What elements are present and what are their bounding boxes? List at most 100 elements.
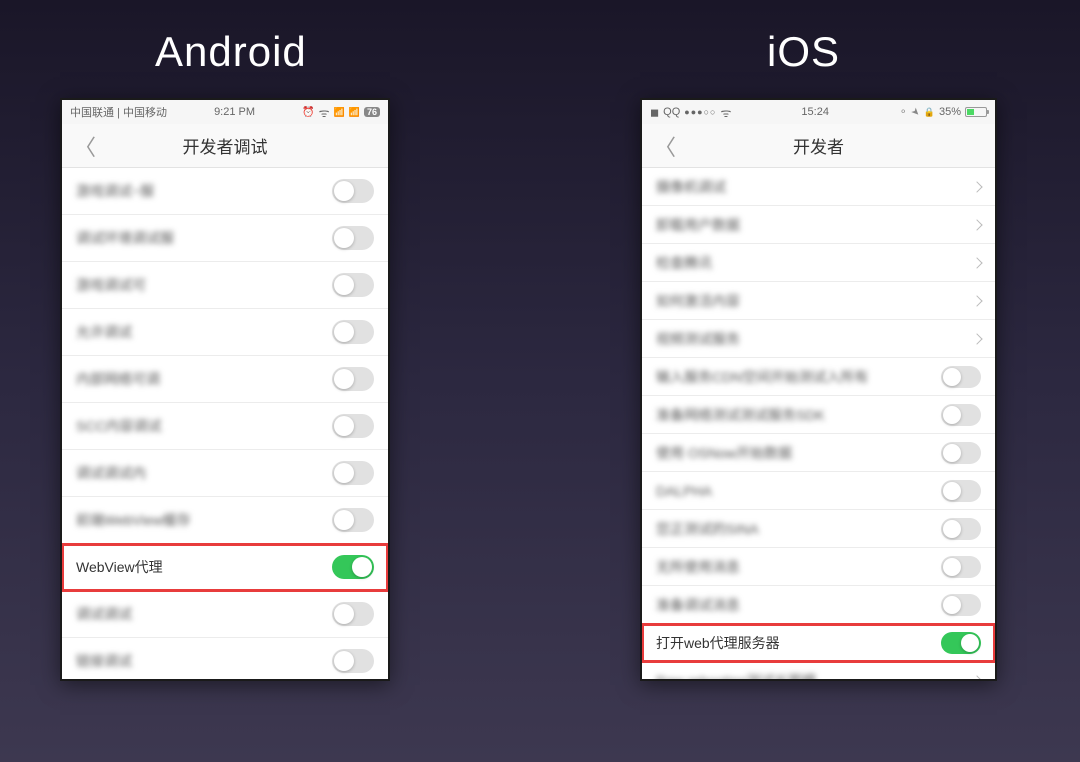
toggle-switch[interactable] (941, 594, 981, 616)
signal-dots: ●●●○○ (684, 107, 716, 117)
row-label: 链接调试 (76, 651, 132, 671)
settings-row[interactable]: 输入服务CDN空间开始测试入所有 (642, 358, 995, 396)
toggle-switch[interactable] (332, 226, 374, 250)
row-label: Raw rebooting测试长图模 (656, 671, 816, 680)
settings-row[interactable]: 打开web代理服务器 (642, 624, 995, 662)
settings-row[interactable]: 卸载用户数据 (642, 206, 995, 244)
chevron-right-icon (971, 257, 982, 268)
row-label: 允许调试 (76, 322, 132, 342)
chevron-right-icon (971, 295, 982, 306)
settings-row[interactable]: DALPHA (642, 472, 995, 510)
toggle-switch[interactable] (941, 366, 981, 388)
toggle-switch[interactable] (332, 179, 374, 203)
settings-row[interactable]: Raw rebooting测试长图模 (642, 662, 995, 679)
alarm-icon (302, 106, 314, 118)
settings-row[interactable]: 调试调试 (62, 591, 388, 638)
row-label: 卸载用户数据 (656, 215, 740, 235)
carrier-text: 中国联通 | 中国移动 (70, 104, 167, 120)
battery-percent: 35% (939, 106, 961, 118)
location-icon (911, 107, 919, 118)
settings-row[interactable]: 游戏调试~服 (62, 168, 388, 215)
chevron-right-icon (971, 333, 982, 344)
app-name: QQ (663, 106, 680, 118)
toggle-switch[interactable] (332, 508, 374, 532)
row-label: 检查腾讯 (656, 253, 712, 273)
toggle-switch[interactable] (332, 602, 374, 626)
nav-title: 开发者调试 (183, 133, 268, 158)
settings-row[interactable]: 调试调试内 (62, 450, 388, 497)
row-label: DALPHA (656, 483, 712, 499)
chevron-right-icon (971, 219, 982, 230)
row-label: 使用 OSNow开始数据 (656, 443, 792, 463)
label-android: Android (155, 28, 307, 76)
android-nav-bar: 〈 开发者调试 (62, 124, 388, 168)
row-label: 前端WebView缓存 (76, 510, 191, 530)
chevron-right-icon (971, 675, 982, 679)
ios-nav-bar: 〈 开发者 (642, 124, 995, 168)
ios-phone-frame: ◼ QQ ●●●○○ 15:24 ⚬ 35% 〈 开发者 摄像机调试卸载用户数据… (640, 98, 997, 681)
row-label: 输入服务CDN空间开始测试入所有 (656, 367, 868, 387)
row-label: 调试环境调试服 (76, 228, 174, 248)
toggle-switch[interactable] (941, 556, 981, 578)
settings-row[interactable]: SCC内容调试 (62, 403, 388, 450)
settings-row[interactable]: 视频测试服务 (642, 320, 995, 358)
toggle-switch[interactable] (332, 320, 374, 344)
row-label: 准备网络测试测试服务SDK (656, 405, 825, 425)
toggle-switch[interactable] (941, 480, 981, 502)
settings-row[interactable]: 检查腾讯 (642, 244, 995, 282)
battery-icon (965, 107, 987, 117)
row-label: 准备调试消息 (656, 595, 740, 615)
settings-row[interactable]: 摄像机调试 (642, 168, 995, 206)
row-label: 调试调试内 (76, 463, 146, 483)
row-label: 调试调试 (76, 604, 132, 624)
settings-row[interactable]: 您正测试的SINA (642, 510, 995, 548)
lock-icon (924, 107, 935, 118)
settings-row[interactable]: 允许调试 (62, 309, 388, 356)
toggle-switch[interactable] (332, 414, 374, 438)
ios-settings-list: 摄像机调试卸载用户数据检查腾讯如何激活内容视频测试服务输入服务CDN空间开始测试… (642, 168, 995, 679)
row-label: 内部网络可调 (76, 369, 160, 389)
android-settings-list: 游戏调试~服调试环境调试服游戏调试可允许调试内部网络可调 SCC内容调试调试调试内… (62, 168, 388, 679)
status-time: 15:24 (801, 106, 829, 118)
ios-status-bar: ◼ QQ ●●●○○ 15:24 ⚬ 35% (642, 100, 995, 124)
settings-row[interactable]: 准备调试消息 (642, 586, 995, 624)
back-icon[interactable]: 〈 (74, 130, 96, 162)
row-label: 打开web代理服务器 (656, 633, 780, 653)
row-label: 游戏调试可 (76, 275, 146, 295)
row-label: 如何激活内容 (656, 291, 740, 311)
toggle-switch[interactable] (941, 442, 981, 464)
battery-level: 76 (364, 107, 380, 117)
row-label: 您正测试的SINA (656, 519, 759, 539)
settings-row[interactable]: 前端WebView缓存 (62, 497, 388, 544)
toggle-switch[interactable] (941, 632, 981, 654)
row-label: WebView代理 (76, 557, 163, 577)
status-time: 9:21 PM (214, 106, 255, 118)
toggle-switch[interactable] (941, 404, 981, 426)
row-label: 摄像机调试 (656, 177, 726, 197)
row-label: 无所使用消息 (656, 557, 740, 577)
toggle-switch[interactable] (941, 518, 981, 540)
toggle-switch[interactable] (332, 555, 374, 579)
app-indicator: ◼ (650, 106, 659, 119)
toggle-switch[interactable] (332, 649, 374, 673)
wifi-icon (319, 104, 330, 121)
settings-row[interactable]: 链接调试 (62, 638, 388, 679)
toggle-switch[interactable] (332, 367, 374, 391)
row-label: 游戏调试~服 (76, 181, 154, 201)
back-icon[interactable]: 〈 (654, 130, 676, 162)
settings-row[interactable]: 内部网络可调 (62, 356, 388, 403)
signal-icon-2 (349, 106, 360, 118)
toggle-switch[interactable] (332, 461, 374, 485)
row-label: SCC内容调试 (76, 416, 162, 436)
label-ios: iOS (767, 28, 840, 76)
chevron-right-icon (971, 181, 982, 192)
settings-row[interactable]: 如何激活内容 (642, 282, 995, 320)
settings-row[interactable]: 游戏调试可 (62, 262, 388, 309)
settings-row[interactable]: 准备网络测试测试服务SDK (642, 396, 995, 434)
settings-row[interactable]: 使用 OSNow开始数据 (642, 434, 995, 472)
signal-icon (334, 106, 345, 118)
toggle-switch[interactable] (332, 273, 374, 297)
settings-row[interactable]: 无所使用消息 (642, 548, 995, 586)
settings-row[interactable]: WebView代理 (62, 544, 388, 591)
settings-row[interactable]: 调试环境调试服 (62, 215, 388, 262)
